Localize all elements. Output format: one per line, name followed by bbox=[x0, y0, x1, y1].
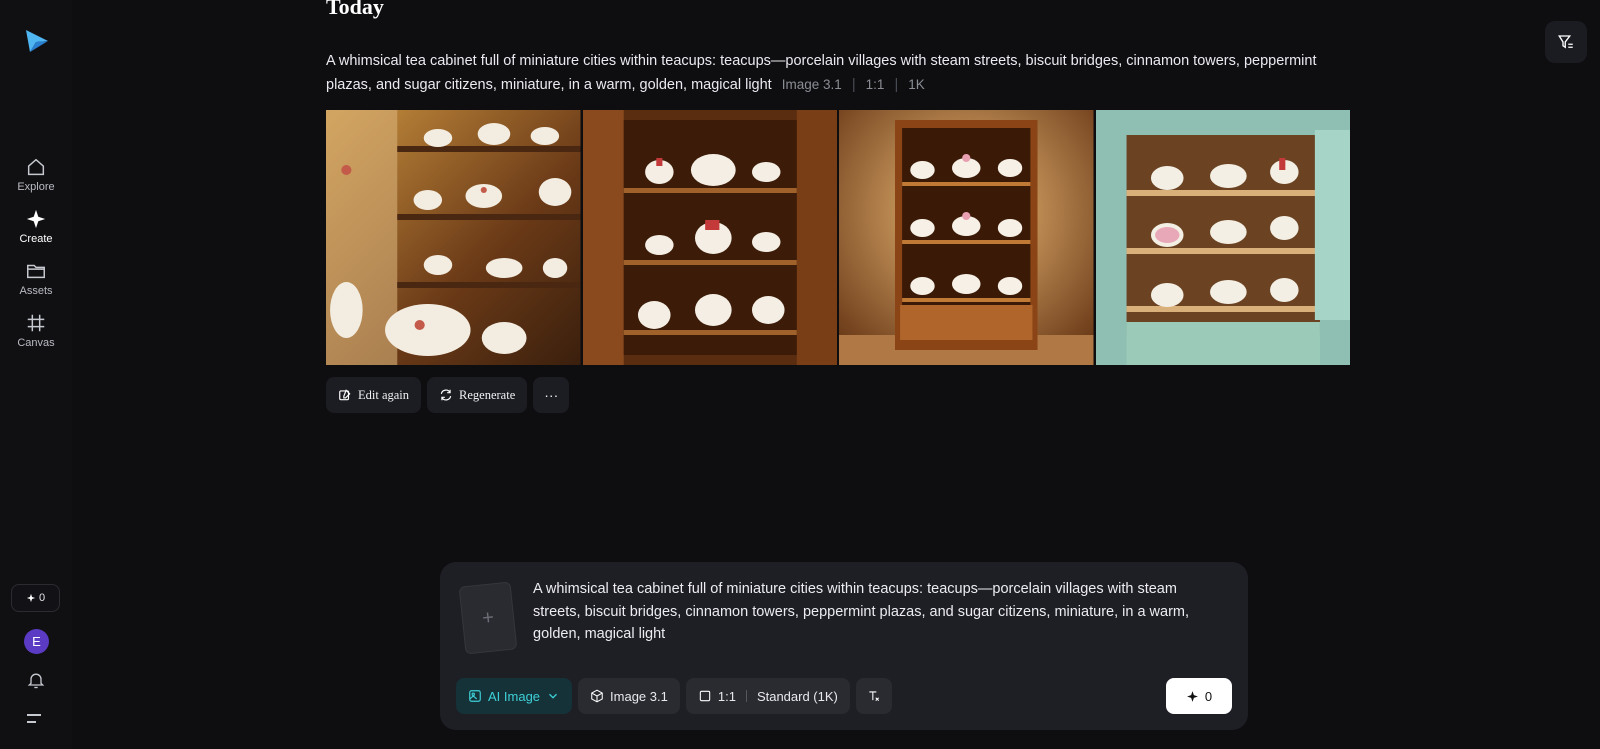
model-label: Image 3.1 bbox=[610, 688, 668, 704]
generated-image-4[interactable] bbox=[1095, 110, 1350, 365]
generated-image-3[interactable] bbox=[839, 110, 1094, 365]
filter-button[interactable] bbox=[1545, 21, 1587, 63]
image-gallery bbox=[326, 110, 1350, 365]
prompt-composer: + A whimsical tea cabinet full of miniat… bbox=[440, 562, 1248, 730]
model-select-button[interactable]: Image 3.1 bbox=[578, 678, 680, 714]
text-style-button[interactable] bbox=[855, 678, 892, 714]
upload-reference-button[interactable]: + bbox=[458, 581, 518, 655]
home-icon bbox=[27, 158, 45, 176]
composer-toolbar: AI Image Image 3.1 1:1 Standard (1K) bbox=[456, 678, 892, 714]
sparkle-icon bbox=[26, 209, 46, 229]
regenerate-button[interactable]: Regenerate bbox=[427, 377, 528, 413]
credits-badge[interactable]: 0 bbox=[11, 584, 60, 612]
bell-icon[interactable] bbox=[26, 670, 46, 690]
grid-canvas-icon bbox=[27, 314, 45, 332]
sidebar-item-label: Create bbox=[19, 233, 53, 245]
sparkle-small-icon bbox=[26, 593, 36, 603]
chevron-down-icon bbox=[549, 693, 557, 699]
meta-resolution: 1K bbox=[908, 77, 925, 92]
sidebar-item-label: Explore bbox=[17, 181, 55, 193]
ratio-label: 1:1 bbox=[717, 688, 736, 704]
sidebar-item-label: Canvas bbox=[17, 337, 55, 349]
more-icon: ··· bbox=[544, 387, 559, 403]
sidebar-item-canvas[interactable]: Canvas bbox=[0, 312, 72, 349]
sidebar-item-label: Assets bbox=[19, 285, 53, 297]
prompt-input[interactable]: A whimsical tea cabinet full of miniatur… bbox=[533, 578, 1213, 646]
sidebar: Explore Create Assets Canvas 0 E bbox=[0, 0, 72, 749]
app-logo[interactable] bbox=[24, 28, 50, 54]
credits-count: 0 bbox=[38, 592, 46, 604]
generate-cost: 0 bbox=[1204, 688, 1213, 704]
divider bbox=[745, 690, 747, 702]
image-actions: Edit again Regenerate ··· bbox=[326, 377, 570, 413]
meta-divider: | bbox=[894, 77, 899, 93]
prompt-text-block: A whimsical tea cabinet full of miniatur… bbox=[326, 50, 1346, 97]
sidebar-item-explore[interactable]: Explore bbox=[0, 156, 72, 193]
more-options-button[interactable]: ··· bbox=[533, 377, 570, 413]
edit-again-button[interactable]: Edit again bbox=[326, 377, 422, 413]
generated-image-2[interactable] bbox=[582, 110, 837, 365]
edit-icon bbox=[339, 389, 351, 401]
size-select-button[interactable]: 1:1 Standard (1K) bbox=[685, 678, 850, 714]
square-ratio-icon bbox=[699, 690, 711, 702]
folder-icon bbox=[27, 264, 45, 279]
meta-ratio: 1:1 bbox=[865, 77, 885, 92]
sidebar-item-create[interactable]: Create bbox=[0, 208, 72, 245]
meta-model: Image 3.1 bbox=[781, 77, 842, 92]
mode-select-button[interactable]: AI Image bbox=[456, 678, 573, 714]
generate-button[interactable]: 0 bbox=[1166, 678, 1232, 714]
plus-icon: + bbox=[480, 605, 495, 630]
image-mode-icon bbox=[469, 690, 481, 702]
edit-again-label: Edit again bbox=[358, 387, 410, 402]
regenerate-label: Regenerate bbox=[459, 387, 516, 402]
mode-label: AI Image bbox=[488, 688, 541, 704]
sidebar-item-assets[interactable]: Assets bbox=[0, 260, 72, 297]
quality-label: Standard (1K) bbox=[756, 688, 838, 704]
menu-icon[interactable] bbox=[27, 712, 45, 726]
meta-divider: | bbox=[851, 77, 856, 93]
avatar[interactable]: E bbox=[24, 629, 49, 654]
filter-icon bbox=[1558, 35, 1573, 49]
regenerate-icon bbox=[440, 389, 452, 401]
cube-icon bbox=[591, 689, 603, 703]
text-format-icon bbox=[869, 691, 879, 702]
section-title: Today bbox=[326, 0, 384, 19]
sparkle-icon bbox=[1186, 690, 1198, 702]
generated-image-1[interactable] bbox=[326, 110, 581, 365]
